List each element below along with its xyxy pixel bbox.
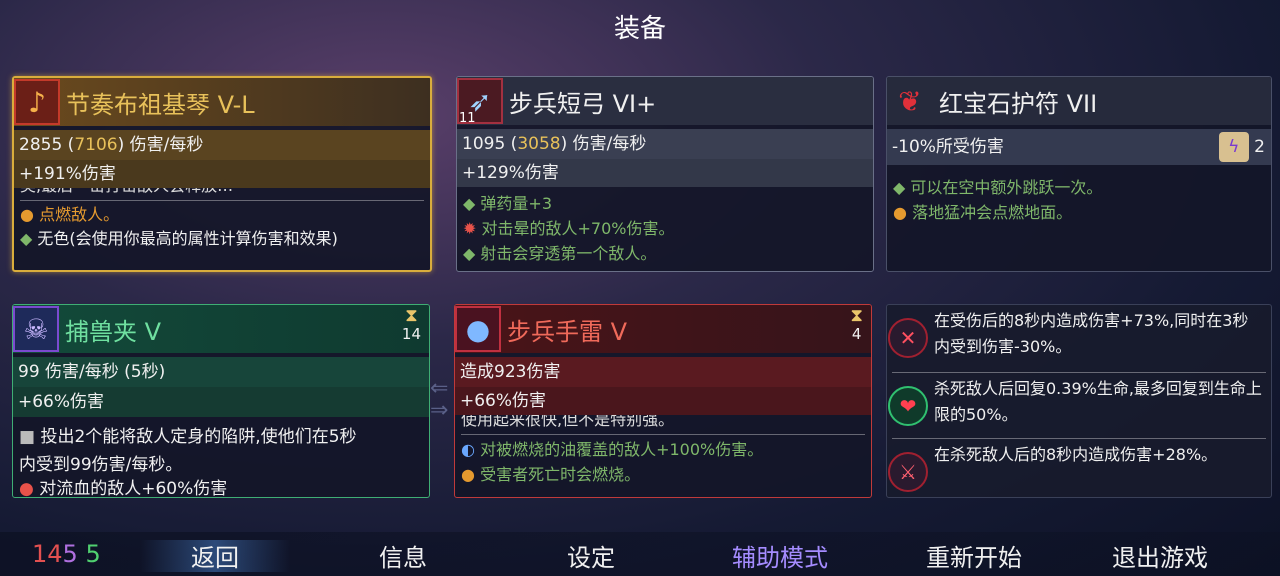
stat-row: -10%所受伤害 ϟ 2: [887, 129, 1271, 165]
skill-card-infantry-grenade[interactable]: ● 步兵手雷 V ⧗ 4 造成923伤害 +66%伤害 使用起来很快,但不是特别强…: [454, 304, 872, 498]
bouzouki-icon: ♪: [14, 79, 60, 125]
page-title: 装备: [613, 14, 666, 44]
tactics-stat: 5: [62, 540, 78, 568]
brutality-stat: 14: [32, 540, 63, 568]
damage-row: +66%伤害: [13, 387, 429, 417]
divider: [892, 438, 1266, 439]
fire-icon: ●: [20, 205, 34, 224]
scroll-stats: 145 5: [32, 540, 101, 568]
lock-icon: ■: [19, 427, 36, 447]
oil-icon: ◐: [461, 440, 475, 459]
kill-icon: ⚔: [888, 452, 928, 492]
divider: [892, 372, 1266, 373]
dps-row: 造成923伤害: [455, 357, 871, 387]
restart-button[interactable]: 重新开始: [894, 538, 1054, 573]
item-name: 捕兽夹 V: [65, 317, 162, 346]
rage-icon: ✕: [888, 318, 928, 358]
dps-row: 99 伤害/每秒 (5秒): [13, 357, 429, 387]
cooldown-timer: ⧗ 4: [850, 305, 863, 344]
swap-arrows-icon: ⇐ ⇒: [430, 376, 449, 423]
back-button[interactable]: 返回: [150, 538, 280, 573]
dps-row: 1095 (3058) 伤害/每秒: [457, 129, 873, 159]
heal-icon: ❤: [888, 386, 928, 426]
weapon-card-bouzouki[interactable]: ♪ 节奏布祖基琴 V-L 2855 (7106) 伤害/每秒 +191%伤害 美…: [12, 76, 432, 272]
item-name: 红宝石护符 VII: [939, 89, 1098, 118]
damage-row: +191%伤害: [14, 160, 430, 188]
survival-stat: 5: [85, 540, 101, 568]
damage-row: +129%伤害: [457, 159, 873, 187]
skill-card-wolf-trap[interactable]: ☠ 捕兽夹 V ⧗ 14 99 伤害/每秒 (5秒) +66%伤害 ■ 投出2个能…: [12, 304, 430, 498]
item-description: 使用起来很快,但不是特别强。 ◐ 对被燃烧的油覆盖的敌人+100%伤害。 ● 受…: [461, 415, 865, 497]
fire-icon: ●: [893, 203, 907, 222]
item-name: 步兵手雷 V: [507, 317, 628, 346]
item-description: 美,最后一击打击敌人会释放… ● 点燃敌人。 ◆ 无色(会使用你最高的属性计算伤…: [20, 188, 424, 270]
assist-mode-button[interactable]: 辅助模式: [700, 538, 860, 573]
mutation-row[interactable]: ✕ 在受伤后的8秒内造成伤害+73%,同时在3秒内受到伤害-30%。: [888, 308, 1274, 368]
damage-row: +66%伤害: [455, 387, 871, 415]
item-description: ◆ 可以在空中额外跳跃一次。 ● 落地猛冲会点燃地面。: [893, 178, 1103, 222]
wolf-trap-icon: ☠: [13, 306, 59, 352]
scroll-icon: ϟ: [1218, 132, 1249, 162]
hourglass-icon: ⧗: [850, 305, 863, 326]
scroll-count: ϟ 2: [1218, 129, 1265, 165]
fire-icon: ●: [461, 465, 475, 484]
mutation-row[interactable]: ❤ 杀死敌人后回复0.39%生命,最多回复到生命上限的50%。: [888, 376, 1274, 436]
info-button[interactable]: 信息: [338, 538, 468, 573]
cooldown-timer: ⧗ 14: [401, 305, 421, 344]
item-name: 步兵短弓 VI+: [509, 89, 657, 118]
settings-button[interactable]: 设定: [526, 538, 656, 573]
dps-row: 2855 (7106) 伤害/每秒: [14, 130, 430, 160]
grenade-icon: ●: [455, 306, 501, 352]
amulet-card-ruby[interactable]: ❦ 红宝石护符 VII -10%所受伤害 ϟ 2 ◆ 可以在空中额外跳跃一次。 …: [886, 76, 1272, 272]
amulet-icon: ❦: [898, 84, 922, 118]
stun-icon: ✹: [463, 219, 477, 238]
item-description: ◆ 弹药量+3 ✹ 对击晕的敌人+70%伤害。 ◆ 射击会穿透第一个敌人。: [463, 194, 675, 263]
quit-game-button[interactable]: 退出游戏: [1080, 538, 1240, 573]
hourglass-icon: ⧗: [405, 305, 418, 326]
item-name: 节奏布祖基琴 V-L: [66, 90, 255, 119]
item-description: ■ 投出2个能将敌人定身的陷阱,使他们在5秒 内受到99伤害/每秒。 ● 对流血…: [19, 427, 357, 497]
weapon-card-infantry-bow[interactable]: ➶ 11 步兵短弓 VI+ 1095 (3058) 伤害/每秒 +129%伤害 …: [456, 76, 874, 272]
mutation-row[interactable]: ⚔ 在杀死敌人后的8秒内造成伤害+28%。: [888, 442, 1274, 502]
bow-icon: ➶ 11: [457, 78, 503, 126]
